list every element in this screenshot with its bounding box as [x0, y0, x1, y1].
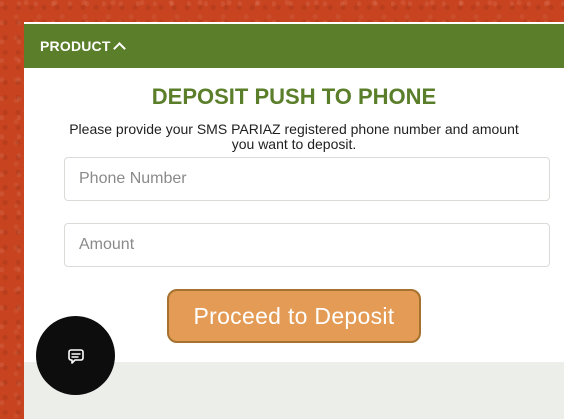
amount-input[interactable]	[64, 223, 550, 267]
deposit-title: DEPOSIT PUSH TO PHONE	[151, 84, 437, 109]
product-toggle[interactable]: PRODUCT	[40, 38, 126, 55]
deposit-description: Please provide your SMS PARIAZ registere…	[69, 121, 519, 152]
chat-widget-button[interactable]	[36, 316, 115, 395]
chevron-up-icon	[112, 41, 126, 55]
phone-number-input[interactable]	[64, 157, 550, 201]
chat-bubble-icon	[67, 348, 84, 364]
product-header-bar: PRODUCT	[24, 24, 564, 68]
proceed-to-deposit-button[interactable]: Proceed to Deposit	[167, 289, 421, 343]
product-label: PRODUCT	[40, 38, 111, 54]
